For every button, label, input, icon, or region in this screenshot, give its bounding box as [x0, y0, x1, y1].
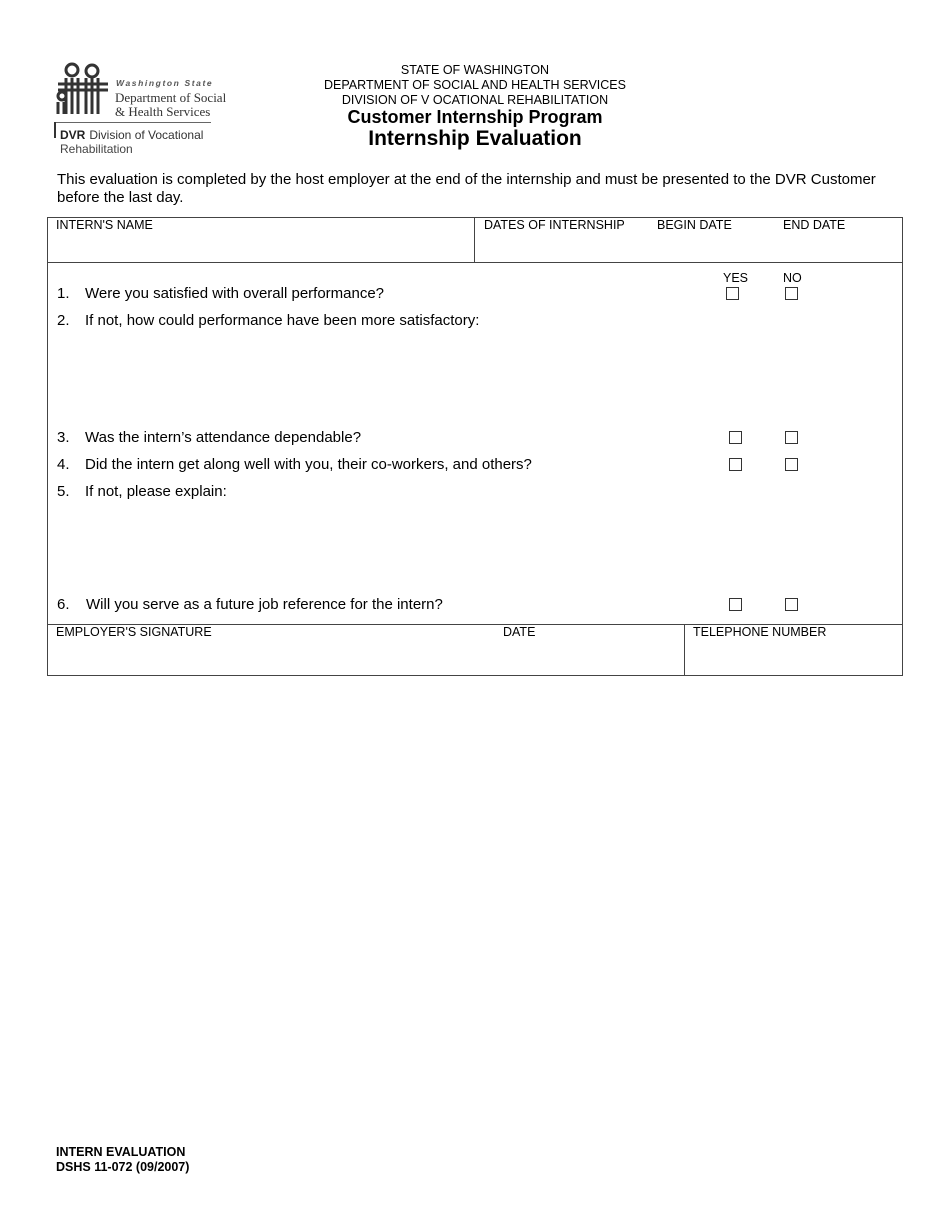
no-header: NO [783, 271, 802, 285]
header-state: STATE OF WASHINGTON [400, 63, 550, 77]
interns-name-field[interactable]: INTERN'S NAME [47, 217, 475, 263]
header-department: DEPARTMENT OF SOCIAL AND HEALTH SERVICES [324, 78, 626, 92]
employer-signature-field[interactable]: EMPLOYER'S SIGNATURE DATE [47, 624, 685, 676]
q5-response-area[interactable] [84, 505, 884, 590]
page-title: Internship Evaluation [368, 127, 582, 150]
question-1: 1. Were you satisfied with overall perfor… [57, 285, 385, 302]
logo-bar [54, 122, 56, 138]
date-label: DATE [503, 625, 536, 639]
yes-header: YES [723, 271, 749, 285]
question-4: 4. Did the intern get along well with you… [57, 456, 532, 473]
q6-yes-checkbox[interactable] [729, 598, 742, 611]
header-division: DIVISION OF V OCATIONAL REHABILITATION [341, 93, 609, 107]
q4-no-checkbox[interactable] [785, 458, 798, 471]
logo-state-text: Washington State [116, 78, 214, 88]
dates-label: DATES OF INTERNSHIP [484, 218, 625, 232]
question-2: 2. If not, how could performance have bee… [57, 312, 480, 329]
people-family-icon [56, 62, 108, 114]
q6-no-checkbox[interactable] [785, 598, 798, 611]
q2-response-area[interactable] [84, 334, 884, 424]
dvr-abbr: DVR [60, 128, 86, 142]
question-2-text: If not, how could performance have been … [85, 312, 480, 329]
signature-label: EMPLOYER'S SIGNATURE [56, 625, 212, 639]
q3-yes-checkbox[interactable] [729, 431, 742, 444]
dates-of-internship-field[interactable]: DATES OF INTERNSHIP BEGIN DATE END DATE [474, 217, 903, 263]
question-1-text: Were you satisfied with overall performa… [85, 285, 385, 302]
q3-no-checkbox[interactable] [785, 431, 798, 444]
form-number: DSHS 11-072 (09/2007) [56, 1160, 190, 1174]
question-5-text: If not, please explain: [85, 483, 227, 500]
question-5: 5. If not, please explain: [57, 483, 227, 500]
begin-date-label: BEGIN DATE [657, 218, 732, 232]
questions-section: YES NO 1. Were you satisfied with overall… [47, 262, 903, 625]
q1-yes-checkbox[interactable] [726, 287, 739, 300]
q4-yes-checkbox[interactable] [729, 458, 742, 471]
form-name: INTERN EVALUATION [56, 1145, 186, 1159]
logo-divider [54, 122, 211, 123]
logo-dvr-line1: DVR Division of Vocational [60, 128, 203, 142]
question-6: 6. Will you serve as a future job referen… [57, 596, 443, 613]
question-6-text: Will you serve as a future job reference… [86, 596, 443, 613]
logo-dept-line2: & Health Services [115, 104, 211, 119]
interns-name-label: INTERN'S NAME [56, 218, 153, 232]
question-3: 3. Was the intern’s attendance dependable… [57, 429, 362, 446]
q1-no-checkbox[interactable] [785, 287, 798, 300]
intro-text: This evaluation is completed by the host… [57, 171, 876, 206]
question-4-text: Did the intern get along well with you, … [85, 456, 532, 473]
end-date-label: END DATE [783, 218, 846, 232]
dvr-division-text: Division of Vocational [89, 128, 204, 142]
telephone-label: TELEPHONE NUMBER [693, 625, 827, 639]
logo-dvr-line2: Rehabilitation [60, 142, 133, 156]
telephone-number-field[interactable]: TELEPHONE NUMBER [684, 624, 903, 676]
dshs-logo: Washington State Department of Social & … [54, 62, 226, 158]
program-title: Customer Internship Program [347, 107, 603, 127]
question-3-text: Was the intern’s attendance dependable? [85, 429, 362, 446]
